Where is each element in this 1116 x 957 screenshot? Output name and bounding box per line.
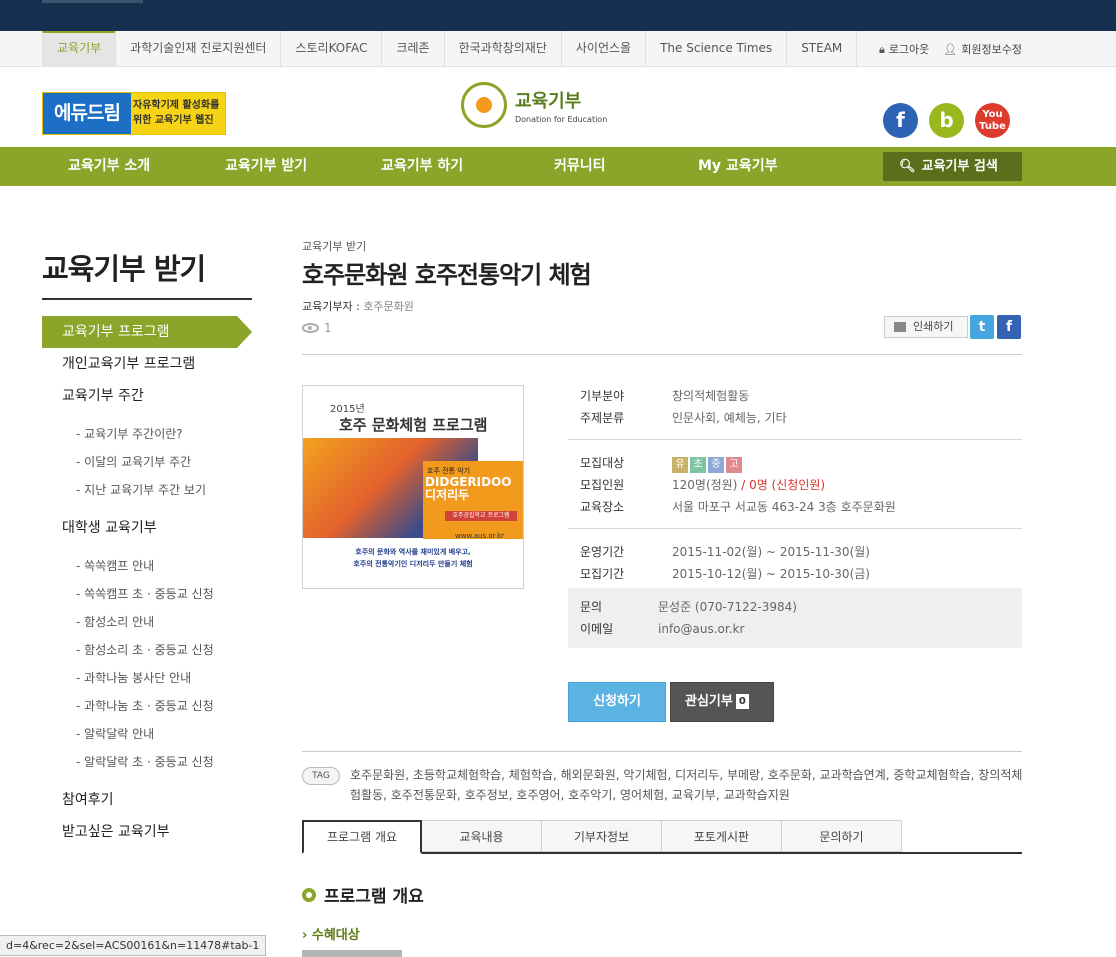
tab-0[interactable]: 프로그램 개요 [302,820,422,854]
sidebar-title: 교육기부 받기 [42,252,206,286]
facebook-share-icon[interactable]: f [997,315,1021,339]
sidebar-subitem[interactable]: 함성소리 초 · 중등교 신청 [42,636,252,664]
logo-mark-icon [461,82,507,128]
donor-name: 호주문화원 [363,300,414,313]
site-logo[interactable]: 교육기부 Donation for Education [461,82,607,128]
family-site-link[interactable]: 크레존 [381,31,443,66]
sidebar-divider [42,298,252,300]
tab-4[interactable]: 문의하기 [782,820,902,852]
subsection-title: 수혜대상 [302,924,360,943]
family-site-list: 교육기부 과학기술인재 진로지원센터 스토리KOFAC 크레존 한국과학창의재단 사이언스… [42,31,858,66]
family-site-link[interactable]: 과학기술인재 진로지원센터 [115,31,280,66]
browser-status-url: d=4&rec=2&sel=ACS00161&n=11478#tab-1 [0,935,267,956]
lock-icon: 🔒︎ [878,42,885,56]
family-site-link[interactable]: STEAM [786,31,858,66]
util-links: 🔒︎ 로그아웃 👤︎ 회원정보수정 [879,31,1022,66]
youtube-icon[interactable]: You Tube [975,103,1010,138]
sidebar-subitem[interactable]: 쏙쏙캠프 초 · 중등교 신청 [42,580,252,608]
family-site-link[interactable]: 사이언스올 [560,31,645,66]
info-group-recruit: 모집대상 유 초 중 고 모집인원 120명(정원) / 0명 (신청인원) 교육장소 서울… [568,440,1022,529]
view-count: 1 [302,321,332,335]
section-title: 프로그램 개요 [302,882,424,907]
search-icon: 🔍︎ [899,159,916,174]
sidebar-menu: 교육기부 프로그램개인교육기부 프로그램교육기부 주간교육기부 주간이란?이달의… [42,316,252,848]
tag-list[interactable]: 호주문화원, 초등학교체험학습, 체험학습, 해외문화원, 악기체험, 디저리두… [350,765,1026,805]
family-site-link[interactable]: 한국과학창의재단 [443,31,561,66]
nav-intro[interactable]: 교육기부 소개 [68,147,150,186]
sidebar-item[interactable]: 개인교육기부 프로그램 [42,348,252,380]
breadcrumb: 교육기부 받기 [302,240,367,253]
main-nav: 교육기부 소개 교육기부 받기 교육기부 하기 커뮤니티 My 교육기부 🔍︎ 교… [0,147,1116,186]
edudream-banner[interactable]: 에듀드림 자유학기제 활성화를 위한 교육기부 웹진 [42,92,226,135]
target-badge: 중 [708,457,724,473]
logo-subtitle: Donation for Education [515,114,608,124]
info-group-category: 기부분야 창의적체험활동 주제분류 인문사회, 예체능, 기타 [568,385,1022,440]
sidebar-subitem[interactable]: 알락달락 초 · 중등교 신청 [42,748,252,776]
nav-my[interactable]: My 교육기부 [698,147,777,186]
info-group-period: 운영기간 2015-11-02(월) ~ 2015-11-30(월) 모집기간 20… [580,545,870,581]
tab-1[interactable]: 교육내용 [422,820,542,852]
tag-label: TAG [302,767,340,785]
facebook-icon[interactable]: f [883,103,918,138]
favorite-count: 0 [735,694,749,709]
family-site-link[interactable]: 스토리KOFAC [280,31,381,66]
circle-bullet-icon [302,887,316,902]
blog-icon[interactable]: b [929,103,964,138]
banner-brand: 에듀드림 [43,93,131,134]
user-icon: 👤︎ [943,42,958,56]
top-strip-tab [42,0,143,3]
sidebar-item[interactable]: 대학생 교육기부 [42,512,252,544]
divider [302,354,1022,355]
family-site-link[interactable]: 교육기부 [42,31,116,66]
sidebar-item[interactable]: 받고싶은 교육기부 [42,816,252,848]
sidebar-subitem[interactable]: 지난 교육기부 주간 보기 [42,476,252,504]
target-badge: 유 [672,457,688,473]
info-group-contact: 문의 문성준 (070-7122-3984) 이메일 info@aus.or.kr [568,588,1022,648]
logo-name: 교육기부 [515,90,582,112]
donor-line: 교육기부자 : 호주문화원 [302,300,414,313]
print-button[interactable]: 인쇄하기 [884,316,968,338]
sidebar-subitem[interactable]: 교육기부 주간이란? [42,420,252,448]
target-badge: 고 [726,457,742,473]
target-badge: 초 [690,457,706,473]
sidebar-subitem[interactable]: 함성소리 안내 [42,608,252,636]
top-strip [0,0,1116,31]
program-info: 기부분야 창의적체험활동 주제분류 인문사회, 예체능, 기타 모집대상 유 초 중 고 모… [568,385,1022,648]
sidebar-item[interactable]: 교육기부 주간 [42,380,252,412]
family-site-link[interactable]: The Science Times [645,31,786,66]
logout-link[interactable]: 🔒︎ 로그아웃 [879,41,929,57]
sidebar-item[interactable]: 교육기부 프로그램 [42,316,252,348]
sidebar-subitem[interactable]: 쏙쏙캠프 안내 [42,552,252,580]
banner-text: 자유학기제 활성화를 위한 교육기부 웹진 [133,100,220,126]
program-poster: 2015년 호주 문화체험 프로그램 호주 전통 악기 DIDGERIDOO 디저… [302,385,524,589]
sidebar-subitem[interactable]: 과학나눔 봉사단 안내 [42,664,252,692]
sidebar-subitem[interactable]: 이달의 교육기부 주간 [42,448,252,476]
divider [302,751,1022,752]
favorite-button[interactable]: 관심기부 0 [670,682,774,722]
sidebar-item[interactable]: 참여후기 [42,784,252,816]
eye-icon [302,323,319,333]
tab-3[interactable]: 포토게시판 [662,820,782,852]
page-title: 호주문화원 호주전통악기 체험 [302,261,592,289]
sidebar-subitem[interactable]: 알락달락 안내 [42,720,252,748]
twitter-share-icon[interactable]: t [970,315,994,339]
target-badges: 유초중고 [672,452,744,474]
nav-receive[interactable]: 교육기부 받기 [225,147,307,186]
nav-community[interactable]: 커뮤니티 [554,147,606,186]
tab-2[interactable]: 기부자정보 [542,820,662,852]
detail-tabs: 프로그램 개요 교육내용 기부자정보 포토게시판 문의하기 [302,820,1022,854]
applied-count: 0명 (신청인원) [749,478,826,492]
nav-give[interactable]: 교육기부 하기 [381,147,463,186]
sidebar-subitem[interactable]: 과학나눔 초 · 중등교 신청 [42,692,252,720]
member-edit-link[interactable]: 👤︎ 회원정보수정 [943,41,1022,57]
family-site-bar: 교육기부 과학기술인재 진로지원센터 스토리KOFAC 크레존 한국과학창의재단 사이언스… [0,31,1116,67]
apply-button[interactable]: 신청하기 [568,682,666,722]
search-button[interactable]: 🔍︎ 교육기부 검색 [883,152,1022,181]
cut-off-content [302,950,402,957]
